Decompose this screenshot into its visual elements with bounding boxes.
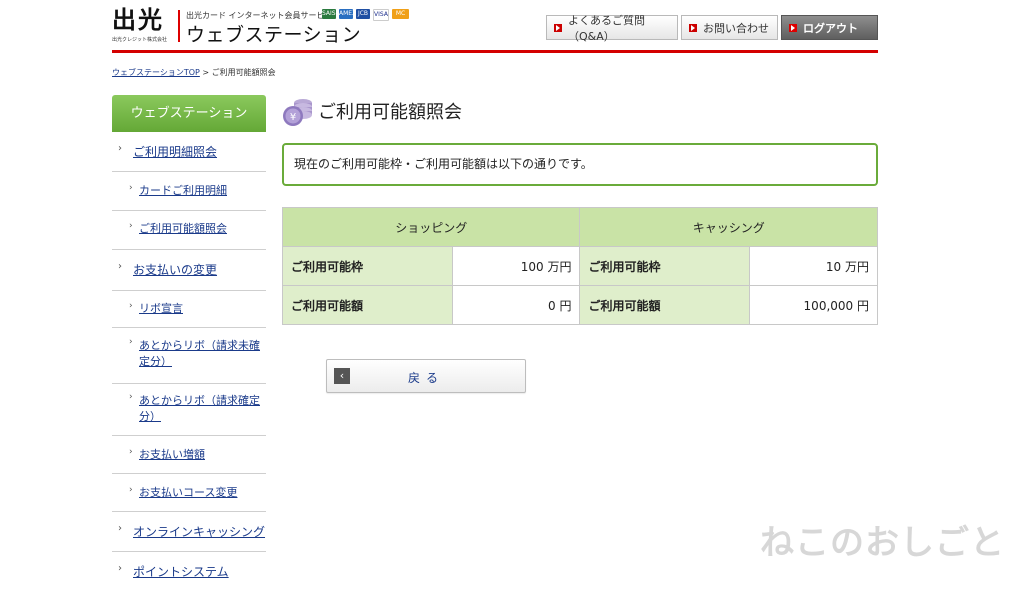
watermark: ねこのおしごと xyxy=(760,523,1005,563)
breadcrumb-current: ご利用可能額照会 xyxy=(211,68,276,77)
arrow-icon xyxy=(789,23,797,32)
arrow-icon xyxy=(689,23,697,32)
cashing-available-value: 100,000 円 xyxy=(749,285,878,325)
brand-title: ウェブステーション xyxy=(186,24,362,46)
yen-coin-icon: ¥ xyxy=(283,99,312,126)
cashing-header: キャッシング xyxy=(579,207,878,247)
sidebar-item-label[interactable]: お支払いコース変更 xyxy=(139,485,266,501)
sidebar-item-label[interactable]: あとからリボ（請求未確定分） xyxy=(139,338,266,370)
cashing-available-label: ご利用可能額 xyxy=(579,285,751,325)
sidebar-item-later-revo-unbilled[interactable]: › あとからリボ（請求未確定分） xyxy=(112,328,266,384)
sidebar-item-available-amount[interactable]: › ご利用可能額照会 xyxy=(112,211,266,250)
sidebar-item-label[interactable]: ポイントシステム xyxy=(133,564,266,580)
sidebar-item-label[interactable]: オンラインキャッシング xyxy=(133,524,266,540)
sidebar: ウェブステーション › ご利用明細照会 › カードご利用明細 › ご利用可能額照… xyxy=(112,95,266,592)
back-button-label: 戻る xyxy=(407,371,444,385)
sidebar-item-label[interactable]: カードご利用明細 xyxy=(139,183,266,199)
shopping-available-label: ご利用可能額 xyxy=(282,285,453,325)
sidebar-item-label[interactable]: あとからリボ（請求確定分） xyxy=(139,393,266,425)
card-logo-jcb: JCB xyxy=(356,9,370,19)
contact-button[interactable]: お問い合わせ xyxy=(681,15,778,40)
shopping-available-value: 0 円 xyxy=(451,285,581,325)
sidebar-item-later-revo-billed[interactable]: › あとからリボ（請求確定分） xyxy=(112,384,266,436)
sidebar-item-points[interactable]: › ポイントシステム xyxy=(112,552,266,592)
chevron-right-icon: › xyxy=(129,301,133,311)
chevron-right-icon: › xyxy=(129,183,133,193)
logo-subtext: 出光クレジット株式会社 xyxy=(112,37,168,43)
logout-button[interactable]: ログアウト xyxy=(781,15,878,40)
chevron-right-icon: › xyxy=(118,261,122,272)
logo-text: 出光 xyxy=(112,5,164,34)
breadcrumb-home-link[interactable]: ウェブステーションTOP xyxy=(112,68,200,77)
sidebar-item-payment-course[interactable]: › お支払いコース変更 xyxy=(112,474,266,512)
arrow-icon xyxy=(554,23,562,32)
notice-box: 現在のご利用可能枠・ご利用可能額は以下の通りです。 xyxy=(282,143,878,186)
sidebar-item-revo[interactable]: › リボ宣言 xyxy=(112,291,266,328)
table-row: ご利用可能枠 100 万円 ご利用可能枠 10 万円 xyxy=(282,246,878,286)
breadcrumb: ウェブステーションTOP > ご利用可能額照会 xyxy=(112,67,276,78)
chevron-right-icon: › xyxy=(129,485,133,495)
card-brand-logos: SAISON AMEX JCB VISA MC xyxy=(322,9,409,21)
sidebar-item-payment-change[interactable]: › お支払いの変更 xyxy=(112,250,266,291)
shopping-limit-value: 100 万円 xyxy=(451,246,581,286)
chevron-right-icon: › xyxy=(118,143,122,154)
svg-text:¥: ¥ xyxy=(290,112,296,123)
cashing-limit-label: ご利用可能枠 xyxy=(579,246,751,286)
sidebar-item-label[interactable]: ご利用明細照会 xyxy=(133,144,266,160)
sidebar-title: ウェブステーション xyxy=(112,95,266,132)
shopping-header: ショッピング xyxy=(281,207,581,247)
card-logo-amex: AMEX xyxy=(339,9,357,19)
card-logo-mastercard: MC xyxy=(392,9,409,19)
faq-button[interactable]: よくあるご質問（Q&A） xyxy=(546,14,678,43)
available-amount-table: ショッピング キャッシング ご利用可能枠 100 万円 ご利用可能枠 10 万円… xyxy=(281,207,878,325)
cashing-limit-value: 10 万円 xyxy=(749,246,878,286)
page-title: ご利用可能額照会 xyxy=(318,102,462,123)
table-header-row: ショッピング キャッシング xyxy=(281,207,878,247)
card-logo-saison: SAISON xyxy=(322,9,345,19)
chevron-right-icon: › xyxy=(118,523,122,534)
sidebar-item-online-cashing[interactable]: › オンラインキャッシング xyxy=(112,512,266,552)
idemitsu-logo[interactable]: 出光 出光クレジット株式会社 xyxy=(112,6,174,46)
sidebar-item-statement[interactable]: › ご利用明細照会 xyxy=(112,132,266,172)
table-row: ご利用可能額 0 円 ご利用可能額 100,000 円 xyxy=(282,285,878,325)
chevron-right-icon: › xyxy=(129,221,133,231)
chevron-right-icon: › xyxy=(129,447,133,457)
contact-label: お問い合わせ xyxy=(703,21,769,35)
card-logo-visa: VISA xyxy=(373,9,389,21)
header-rule xyxy=(112,50,878,53)
sidebar-item-label[interactable]: リボ宣言 xyxy=(139,301,266,317)
notice-text: 現在のご利用可能枠・ご利用可能額は以下の通りです。 xyxy=(294,157,593,171)
breadcrumb-separator: > xyxy=(202,68,210,77)
chevron-right-icon: › xyxy=(129,337,133,347)
chevron-right-icon: › xyxy=(129,392,133,402)
sidebar-item-card-statement[interactable]: › カードご利用明細 xyxy=(112,172,266,211)
sidebar-item-label[interactable]: お支払い増額 xyxy=(139,447,266,463)
sidebar-item-label[interactable]: ご利用可能額照会 xyxy=(139,221,266,237)
chevron-right-icon: › xyxy=(118,563,122,574)
logout-label: ログアウト xyxy=(803,21,858,35)
sidebar-item-label[interactable]: お支払いの変更 xyxy=(133,262,266,278)
logo-divider xyxy=(178,10,180,42)
sidebar-item-payment-increase[interactable]: › お支払い増額 xyxy=(112,436,266,474)
faq-label: よくあるご質問（Q&A） xyxy=(568,13,645,43)
shopping-limit-label: ご利用可能枠 xyxy=(282,246,453,286)
back-button[interactable]: ‹ 戻る xyxy=(326,359,526,393)
